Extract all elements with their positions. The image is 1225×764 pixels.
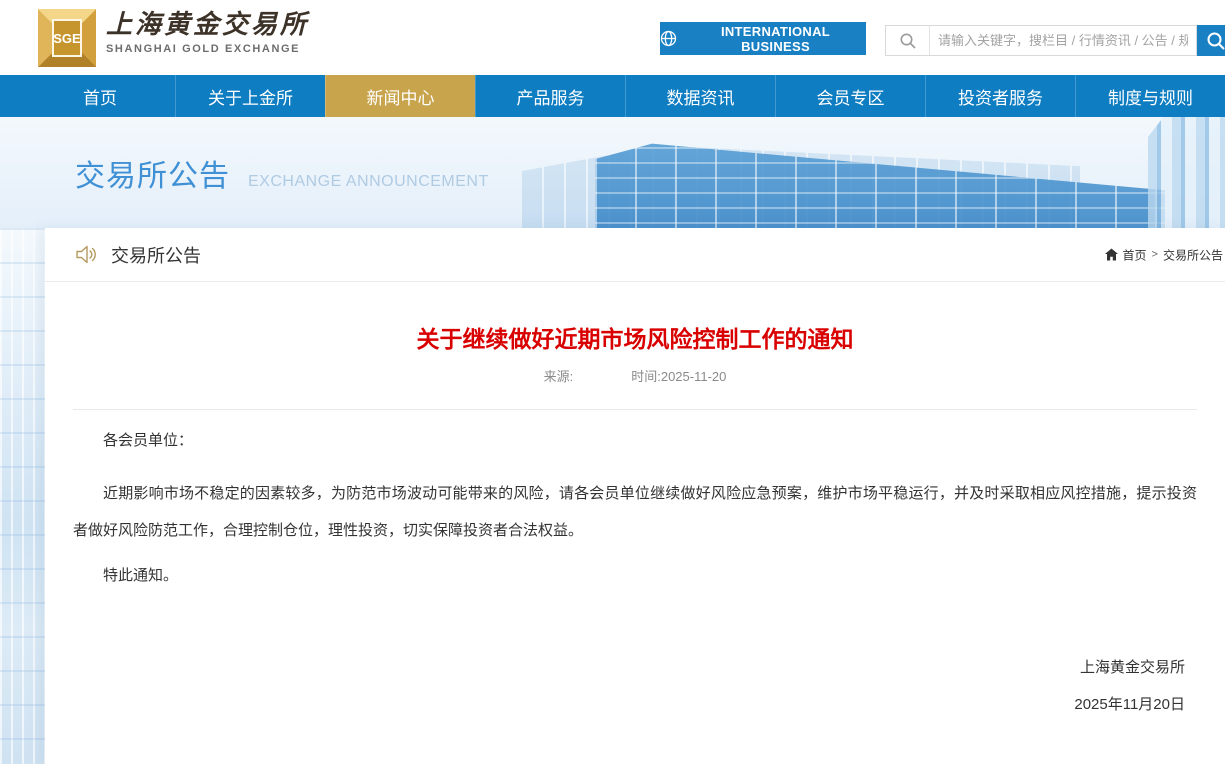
article-closing: 特此通知。 [73,557,1197,594]
nav-spacer [0,75,25,117]
nav-item-news-center[interactable]: 新闻中心 [325,75,475,117]
article: 关于继续做好近期市场风险控制工作的通知 来源: 时间:2025-11-20 各会员… [45,320,1225,714]
article-paragraph: 近期影响市场不稳定的因素较多，为防范市场波动可能带来的风险，请各会员单位继续做好… [73,475,1197,549]
nav-item-members[interactable]: 会员专区 [775,75,925,117]
nav-item-products[interactable]: 产品服务 [475,75,625,117]
breadcrumb-home-link[interactable]: 首页 [1123,246,1147,263]
search-box [885,25,1197,56]
brand-block: 上海黄金交易所 SHANGHAI GOLD EXCHANGE [106,10,309,55]
brand-name-english: SHANGHAI GOLD EXCHANGE [106,43,309,55]
section-title: 交易所公告 [111,242,201,268]
content-card: 交易所公告 首页 > 交易所公告 关于继续做好近期市场风险控制工作的通知 来源:… [45,228,1225,764]
brand-name-chinese: 上海黄金交易所 [106,10,309,40]
nav-item-home[interactable]: 首页 [25,75,175,117]
left-watermark-background [0,228,45,764]
article-title: 关于继续做好近期市场风险控制工作的通知 [73,320,1197,354]
search-input[interactable] [930,26,1196,55]
banner-title-chinese: 交易所公告 [75,151,230,195]
article-salutation: 各会员单位： [73,422,1197,459]
banner-building-tower [1148,117,1225,228]
sge-logo[interactable]: SGE [38,9,96,67]
international-business-button[interactable]: INTERNATIONAL BUSINESS [660,22,866,55]
nav-item-data[interactable]: 数据资讯 [625,75,775,117]
speaker-icon [75,244,99,265]
article-signature: 上海黄金交易所 [73,656,1197,677]
home-icon [1105,249,1118,261]
search-submit-button[interactable] [1197,25,1225,56]
nav-item-investor-services[interactable]: 投资者服务 [925,75,1075,117]
page-banner: 交易所公告 EXCHANGE ANNOUNCEMENT [0,117,1225,228]
article-source-label: 来源: [544,369,574,384]
international-business-label: INTERNATIONAL BUSINESS [685,24,866,54]
article-body: 各会员单位： 近期影响市场不稳定的因素较多，为防范市场波动可能带来的风险，请各会… [73,422,1197,594]
sge-logo-monogram: SGE [52,19,82,57]
nav-item-about[interactable]: 关于上金所 [175,75,325,117]
breadcrumb-current: 交易所公告 [1163,246,1223,263]
article-meta: 来源: 时间:2025-11-20 [73,366,1197,385]
breadcrumb: 首页 > 交易所公告 [1105,246,1223,263]
site-header: SGE 上海黄金交易所 SHANGHAI GOLD EXCHANGE INTER… [0,0,1225,75]
card-header: 交易所公告 首页 > 交易所公告 [45,228,1225,282]
main-nav: 首页 关于上金所 新闻中心 产品服务 数据资讯 会员专区 投资者服务 制度与规则 [0,75,1225,117]
globe-icon [660,30,677,47]
banner-title-english: EXCHANGE ANNOUNCEMENT [248,173,489,191]
article-time-label: 时间: [631,369,661,384]
breadcrumb-separator: > [1152,249,1158,261]
article-time-value: 2025-11-20 [661,369,727,384]
nav-item-rules[interactable]: 制度与规则 [1075,75,1225,117]
search-submit-icon [1206,31,1225,51]
article-divider [73,409,1197,410]
article-date: 2025年11月20日 [73,693,1197,714]
search-icon [886,26,930,55]
